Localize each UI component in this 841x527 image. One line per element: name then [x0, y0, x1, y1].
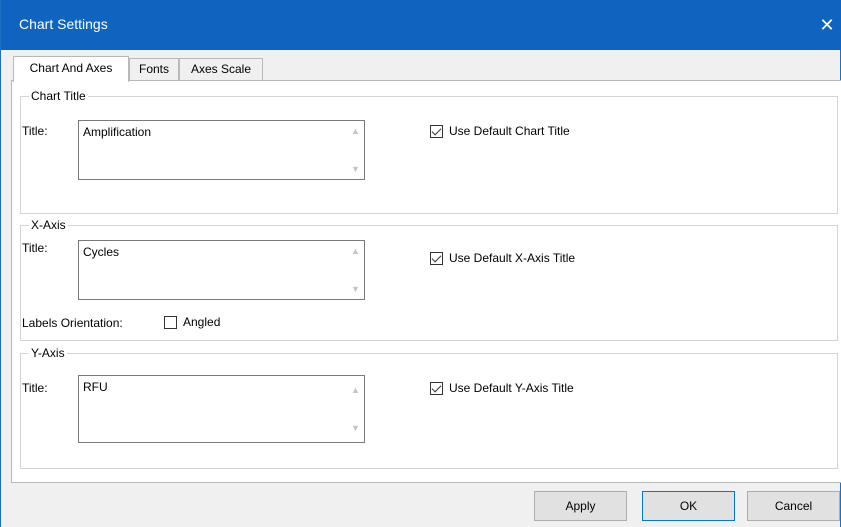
chart-settings-dialog: Chart Settings ✕ Chart And Axes Fonts Ax…	[0, 0, 841, 527]
chart-title-group: Chart Title Title: Amplification ▲ ▼ Use…	[20, 89, 838, 214]
apply-button[interactable]: Apply	[534, 491, 627, 521]
x-axis-group: X-Axis Title: Cycles ▲ ▼ Use Default X-A…	[20, 218, 838, 341]
chevron-up-icon[interactable]: ▲	[347, 124, 364, 138]
use-default-y-axis-title-label: Use Default Y-Axis Title	[449, 381, 574, 395]
use-default-y-axis-title-option[interactable]: Use Default Y-Axis Title	[430, 381, 574, 395]
close-icon[interactable]: ✕	[812, 0, 841, 50]
y-axis-title-scrollbar[interactable]: ▲ ▼	[347, 376, 364, 442]
tab-chart-and-axes[interactable]: Chart And Axes	[13, 56, 129, 82]
angled-option[interactable]: Angled	[164, 315, 220, 329]
use-default-chart-title-checkbox[interactable]	[430, 124, 443, 138]
use-default-chart-title-label: Use Default Chart Title	[449, 124, 570, 138]
chart-title-value: Amplification	[83, 125, 152, 139]
y-axis-title-input[interactable]: RFU ▲ ▼	[78, 375, 365, 443]
y-axis-group-label: Y-Axis	[29, 346, 67, 360]
chart-title-group-label: Chart Title	[29, 89, 88, 103]
title-bar: Chart Settings ✕	[1, 0, 841, 50]
angled-label: Angled	[183, 315, 221, 329]
use-default-x-axis-title-checkbox[interactable]	[430, 251, 443, 265]
cancel-button[interactable]: Cancel	[747, 491, 840, 521]
x-axis-title-scrollbar[interactable]: ▲ ▼	[347, 241, 364, 299]
use-default-x-axis-title-label: Use Default X-Axis Title	[449, 251, 576, 265]
y-axis-group: Y-Axis Title: RFU ▲ ▼ Use Default Y-Axis…	[20, 346, 838, 469]
x-axis-group-label: X-Axis	[29, 218, 68, 232]
y-axis-title-value: RFU	[83, 380, 108, 394]
chart-title-input[interactable]: Amplification ▲ ▼	[78, 120, 365, 180]
labels-orientation-label: Labels Orientation:	[22, 316, 123, 330]
x-axis-title-input[interactable]: Cycles ▲ ▼	[78, 240, 365, 300]
x-axis-title-label: Title:	[22, 241, 48, 255]
chart-title-scrollbar[interactable]: ▲ ▼	[347, 121, 364, 179]
chevron-up-icon[interactable]: ▲	[347, 383, 364, 397]
ok-button[interactable]: OK	[642, 491, 735, 521]
y-axis-title-label: Title:	[22, 381, 48, 395]
chevron-up-icon[interactable]: ▲	[347, 244, 364, 258]
chevron-down-icon[interactable]: ▼	[347, 162, 364, 176]
window-title: Chart Settings	[19, 16, 108, 32]
use-default-chart-title-option[interactable]: Use Default Chart Title	[430, 124, 570, 138]
x-axis-title-value: Cycles	[83, 245, 120, 259]
chevron-down-icon[interactable]: ▼	[347, 421, 364, 435]
use-default-x-axis-title-option[interactable]: Use Default X-Axis Title	[430, 251, 575, 265]
tab-panel-chart-and-axes: Chart Title Title: Amplification ▲ ▼ Use…	[11, 80, 841, 483]
chart-title-label: Title:	[22, 124, 48, 138]
use-default-y-axis-title-checkbox[interactable]	[430, 381, 443, 395]
tab-fonts[interactable]: Fonts	[129, 58, 179, 80]
tab-axes-scale[interactable]: Axes Scale	[179, 58, 263, 80]
chevron-down-icon[interactable]: ▼	[347, 282, 364, 296]
angled-checkbox[interactable]	[164, 315, 177, 329]
